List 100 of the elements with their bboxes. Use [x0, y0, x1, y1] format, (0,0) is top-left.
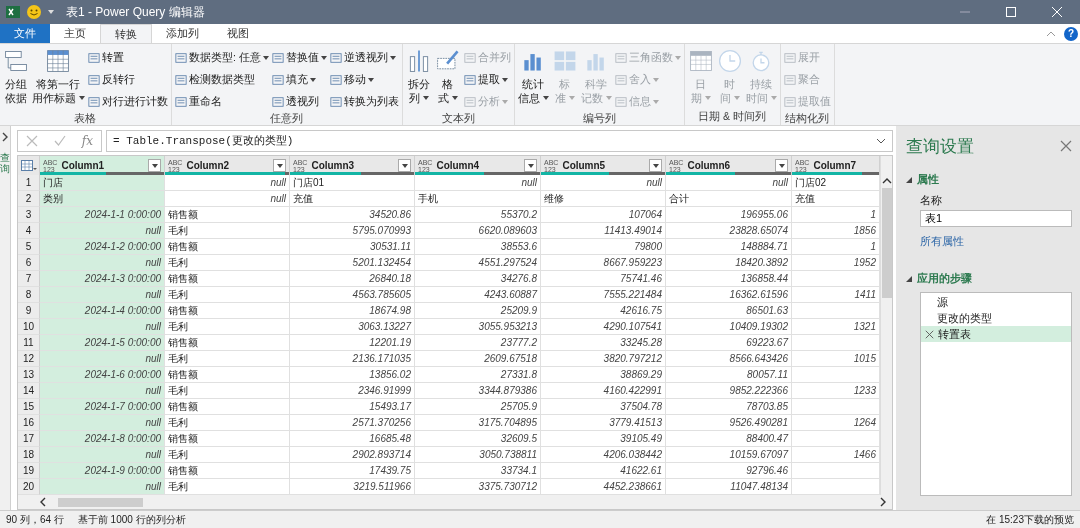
expand-icon[interactable]: [1, 132, 9, 142]
name-field[interactable]: 表1: [920, 210, 1072, 227]
table-cell: 88400.47: [666, 431, 792, 447]
ribbon-button[interactable]: 转换为列表: [328, 92, 400, 111]
row-number: 5: [18, 239, 40, 255]
table-cell: 9526.490281: [666, 415, 792, 431]
insert-function-button[interactable]: fx: [81, 133, 93, 148]
ribbon-button[interactable]: 拆分 列: [404, 46, 433, 111]
table-cell: 毛利: [165, 255, 290, 271]
all-properties-link[interactable]: 所有属性: [920, 234, 1072, 249]
table-cell: 毛利: [165, 351, 290, 367]
ribbon-button[interactable]: 检测数据类型: [173, 70, 270, 89]
table-cell: 1264: [792, 415, 880, 431]
group-label: 任意列: [269, 111, 305, 125]
table-menu-icon[interactable]: [20, 159, 37, 172]
collapse-triangle-icon[interactable]: [906, 176, 912, 183]
filter-dropdown[interactable]: [775, 159, 788, 172]
collapse-ribbon-icon[interactable]: [1046, 30, 1056, 37]
ribbon-tab[interactable]: 转换: [100, 24, 152, 43]
table-cell: 107064: [541, 207, 666, 223]
collapse-triangle-icon[interactable]: [906, 275, 912, 282]
table-cell: 25209.9: [415, 303, 541, 319]
table-cell: 33245.28: [541, 335, 666, 351]
filter-dropdown[interactable]: [649, 159, 662, 172]
table-cell: 3055.953213: [415, 319, 541, 335]
list-icon: [329, 51, 342, 64]
group-label: 结构化列: [784, 111, 831, 125]
ribbon-button[interactable]: 替换值: [270, 48, 328, 67]
ribbon-button[interactable]: 提取: [462, 70, 512, 89]
status-text: 90 列，64 行: [6, 512, 64, 527]
filter-dropdown[interactable]: [524, 159, 537, 172]
smiley-icon[interactable]: [26, 4, 42, 20]
ribbon-button[interactable]: 移动: [328, 70, 400, 89]
ribbon-button[interactable]: 分组 依据: [2, 46, 30, 111]
table-cell: 17439.75: [290, 463, 415, 479]
group-label: 编号列: [581, 111, 617, 125]
queries-label[interactable]: 查询: [0, 152, 10, 174]
table-cell: 4452.238661: [541, 479, 666, 495]
table-cell: 手机: [415, 191, 541, 207]
ribbon-button[interactable]: 统计 信息: [516, 46, 550, 111]
ribbon-button[interactable]: 填充: [270, 70, 328, 89]
caret-icon: [401, 163, 408, 168]
step-item[interactable]: 源: [921, 294, 1071, 310]
ribbon-button[interactable]: 重命名: [173, 92, 270, 111]
table-cell: 2902.893714: [290, 447, 415, 463]
list-icon: [174, 73, 187, 86]
ribbon-button[interactable]: 透视列: [270, 92, 328, 111]
list-icon: [174, 95, 187, 108]
ribbon-button[interactable]: 转置: [86, 48, 169, 67]
table-cell: 8566.643426: [666, 351, 792, 367]
section-heading: 属性: [917, 172, 939, 187]
ribbon-button[interactable]: 格 式: [433, 46, 462, 111]
ribbon-button[interactable]: 将第一行 用作标题: [31, 46, 86, 111]
step-item[interactable]: 转置表: [921, 326, 1071, 342]
table-cell: 4563.785605: [290, 287, 415, 303]
scroll-right-icon[interactable]: [880, 497, 886, 507]
table-cell: null: [415, 175, 541, 191]
table-cell: null: [40, 255, 165, 271]
table-cell: 4551.297524: [415, 255, 541, 271]
table-cell: 16685.48: [290, 431, 415, 447]
list-icon: [271, 73, 284, 86]
ribbon-button[interactable]: 对行进行计数: [86, 92, 169, 111]
ribbon-button[interactable]: 逆透视列: [328, 48, 400, 67]
table-cell: null: [40, 479, 165, 495]
file-tab[interactable]: 文件: [0, 24, 50, 43]
table-cell: 1233: [792, 383, 880, 399]
scroll-up-icon[interactable]: [881, 178, 892, 184]
table-cell: 37504.78: [541, 399, 666, 415]
caret-icon: [451, 96, 458, 100]
caret-icon: [568, 96, 575, 100]
formula-field[interactable]: = Table.Transpose(更改的类型): [106, 129, 893, 152]
step-item[interactable]: 更改的类型: [921, 310, 1071, 326]
table-cell: 销售额: [165, 207, 290, 223]
ribbon-button[interactable]: 数据类型: 任意: [173, 48, 270, 67]
help-button[interactable]: ?: [1064, 26, 1078, 41]
table-cell: 4206.038442: [541, 447, 666, 463]
table-cell: 3820.797212: [541, 351, 666, 367]
row-number: 1: [18, 175, 40, 191]
table-cell: 4290.107541: [541, 319, 666, 335]
check-icon[interactable]: [53, 134, 66, 147]
vertical-scrollbar[interactable]: [880, 156, 892, 495]
table-cell: 2571.370256: [290, 415, 415, 431]
filter-dropdown[interactable]: [398, 159, 411, 172]
table-cell: null: [165, 175, 290, 191]
table-cell: null: [541, 175, 666, 191]
filter-dropdown[interactable]: [148, 159, 161, 172]
filter-dropdown[interactable]: [273, 159, 286, 172]
chevron-down-icon[interactable]: [876, 137, 886, 144]
horizontal-scrollbar[interactable]: [18, 495, 892, 509]
table-cell: 2024-1-2 0:00:00: [40, 239, 165, 255]
group-label: 表格: [73, 111, 98, 125]
table-cell: 2346.91999: [290, 383, 415, 399]
table-cell: 42616.75: [541, 303, 666, 319]
ribbon-button[interactable]: 反转行: [86, 70, 169, 89]
table-cell: 148884.71: [666, 239, 792, 255]
table-cell: 毛利: [165, 223, 290, 239]
row-number: 18: [18, 447, 40, 463]
list-icon: [614, 73, 627, 86]
scroll-left-icon[interactable]: [40, 497, 46, 507]
caret-icon: [778, 163, 785, 168]
